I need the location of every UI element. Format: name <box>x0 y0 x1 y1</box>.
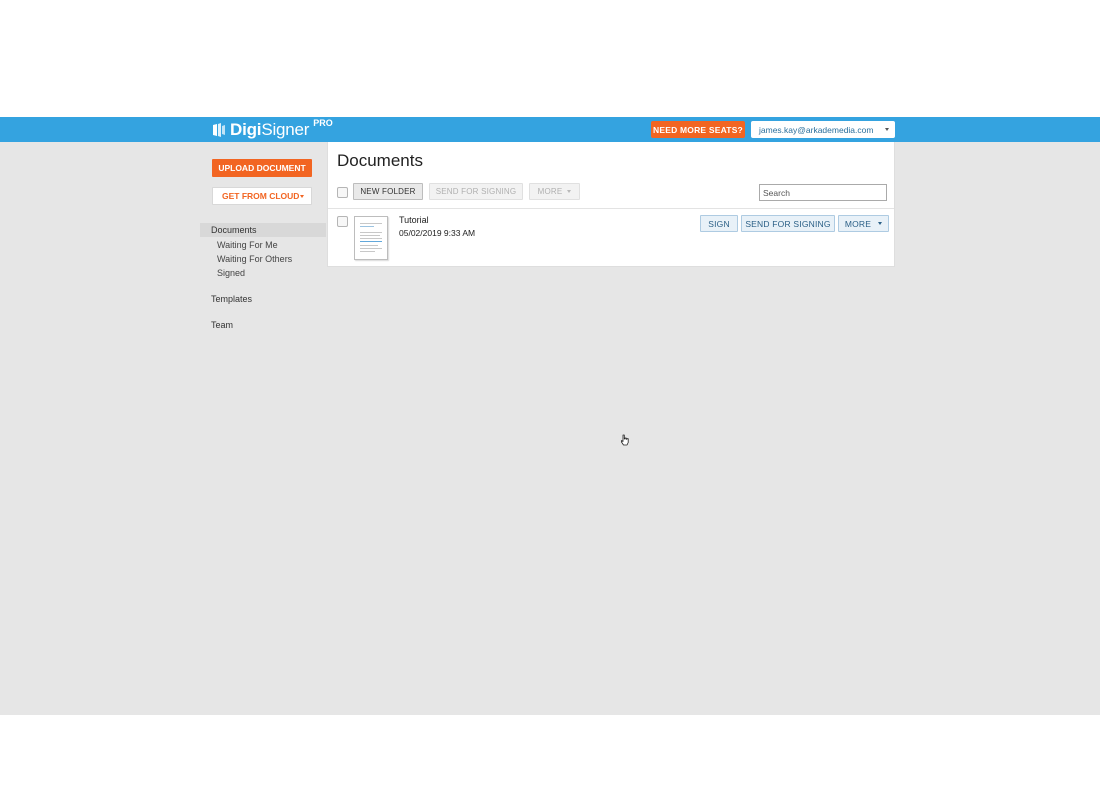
app-window: Digi Signer PRO NEED MORE SEATS? james.k… <box>0 117 1100 715</box>
sidebar-item-signed[interactable]: Signed <box>217 268 245 278</box>
brand-name-strong: Digi <box>230 120 262 139</box>
more-toolbar-label: MORE <box>537 187 563 196</box>
account-dropdown[interactable]: james.kay@arkademedia.com <box>751 121 895 138</box>
sidebar-item-documents[interactable]: Documents <box>211 225 257 235</box>
page-title: Documents <box>337 151 423 170</box>
sidebar-item-team[interactable]: Team <box>211 320 233 330</box>
sidebar-item-waiting-for-me[interactable]: Waiting For Me <box>217 240 278 250</box>
top-bar: Digi Signer PRO NEED MORE SEATS? james.k… <box>0 117 1100 142</box>
toolbar-divider <box>328 208 894 209</box>
sidebar-item-waiting-for-others[interactable]: Waiting For Others <box>217 254 292 264</box>
chevron-down-icon <box>567 190 572 193</box>
account-email: james.kay@arkademedia.com <box>759 124 874 135</box>
need-more-seats-button[interactable]: NEED MORE SEATS? <box>651 121 745 138</box>
more-actions-label: MORE <box>844 218 872 229</box>
chevron-down-icon <box>300 195 304 198</box>
sign-button[interactable]: SIGN <box>700 215 738 232</box>
sidebar-item-templates[interactable]: Templates <box>211 294 252 304</box>
get-from-cloud-label: GET FROM CLOUD <box>222 191 300 201</box>
digisigner-logo-icon <box>213 123 225 137</box>
hand-pointer-icon <box>621 434 629 446</box>
more-actions-button[interactable]: MORE <box>838 215 889 232</box>
get-from-cloud-button[interactable]: GET FROM CLOUD <box>212 187 312 205</box>
document-row-checkbox[interactable] <box>337 216 348 227</box>
document-date: 05/02/2019 9:33 AM <box>399 228 476 238</box>
select-all-checkbox[interactable] <box>337 187 348 198</box>
search-input[interactable] <box>759 184 887 201</box>
document-name[interactable]: Tutorial <box>399 215 429 225</box>
brand-badge: PRO <box>313 118 333 128</box>
chevron-down-icon <box>885 128 889 131</box>
brand-logo[interactable]: Digi Signer PRO <box>211 118 333 140</box>
send-for-signing-toolbar-button[interactable]: SEND FOR SIGNING <box>429 183 523 200</box>
more-toolbar-button[interactable]: MORE <box>529 183 580 200</box>
upload-document-button[interactable]: UPLOAD DOCUMENT <box>212 159 312 177</box>
documents-panel: Documents NEW FOLDER SEND FOR SIGNING MO… <box>327 142 895 267</box>
brand-name-light: Signer <box>261 120 310 139</box>
document-thumbnail[interactable] <box>354 216 388 260</box>
send-for-signing-button[interactable]: SEND FOR SIGNING <box>741 215 835 232</box>
chevron-down-icon <box>878 222 883 225</box>
new-folder-button[interactable]: NEW FOLDER <box>353 183 423 200</box>
